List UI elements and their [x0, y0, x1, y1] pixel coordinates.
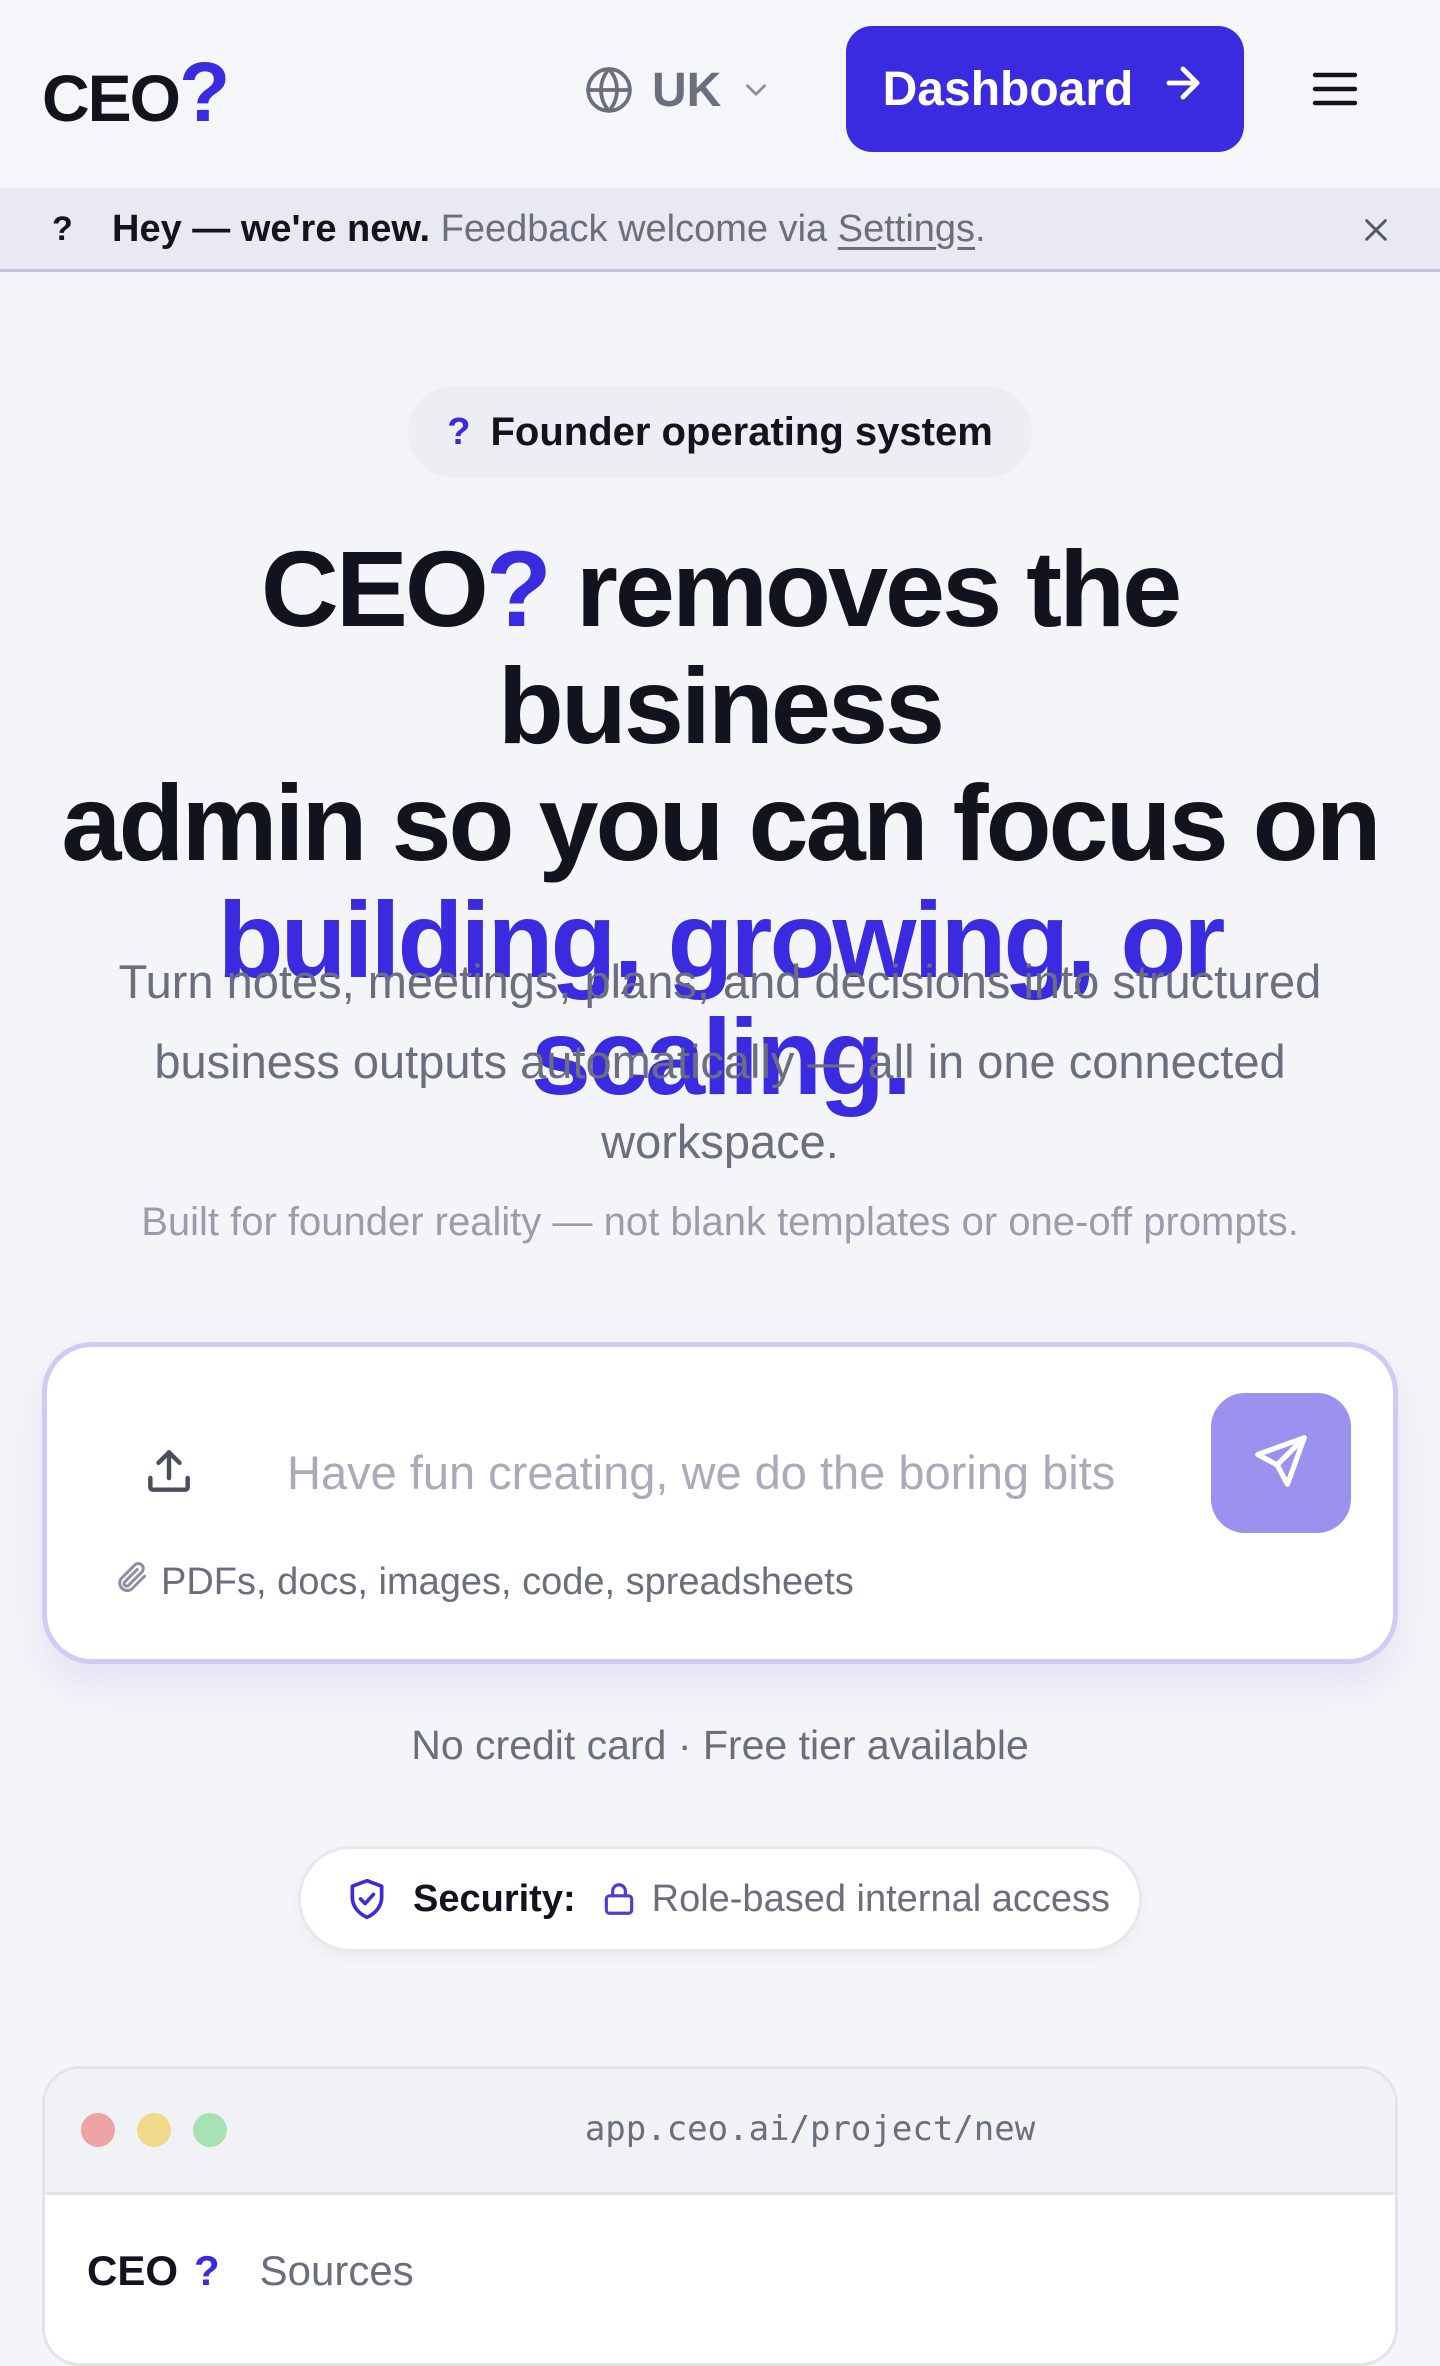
- shield-check-icon: [345, 1877, 389, 1921]
- dashboard-button[interactable]: Dashboard: [846, 26, 1244, 152]
- reassurance-text: No credit card · Free tier available: [411, 1722, 1029, 1768]
- dashboard-button-label: Dashboard: [882, 62, 1134, 116]
- headline-line1: removes the business: [497, 528, 1182, 766]
- banner-strong-text: Hey — we're new.: [112, 208, 431, 250]
- tab-sources[interactable]: Sources: [260, 2247, 414, 2295]
- chevron-down-icon: [739, 73, 773, 107]
- security-text: Role-based internal access: [651, 1877, 1110, 1920]
- file-types-text: PDFs, docs, images, code, spreadsheets: [161, 1560, 854, 1603]
- banner-message: Hey — we're new. Feedback welcome via Se…: [112, 208, 986, 251]
- pill-label: Founder operating system: [490, 409, 993, 454]
- logo-text: CEO: [42, 61, 181, 135]
- language-selector[interactable]: UK: [584, 58, 773, 122]
- banner-text: Feedback welcome via: [440, 208, 828, 250]
- lock-icon: [600, 1880, 638, 1918]
- logo[interactable]: CEO?: [42, 45, 230, 139]
- security-label: Security:: [413, 1877, 576, 1920]
- settings-link[interactable]: Settings: [838, 208, 975, 250]
- headline-line2: admin so you can focus on: [61, 762, 1381, 883]
- hero-subtext: Built for founder reality — not blank te…: [141, 1200, 1299, 1244]
- prompt-input[interactable]: [287, 1429, 1227, 1515]
- url-bar: app.ceo.ai/project/new: [584, 2109, 1036, 2149]
- send-button[interactable]: [1211, 1393, 1351, 1533]
- app-logo: CEO?: [87, 2247, 220, 2295]
- app-nav: CEO? Sources: [87, 2247, 414, 2295]
- paperclip-icon: [113, 1559, 149, 1605]
- send-icon: [1250, 1430, 1312, 1497]
- globe-icon: [584, 65, 634, 115]
- upload-icon[interactable]: [135, 1437, 203, 1505]
- close-icon[interactable]: [1350, 204, 1402, 256]
- prompt-composer: PDFs, docs, images, code, spreadsheets: [42, 1342, 1398, 1664]
- hamburger-menu-icon[interactable]: [1300, 58, 1370, 120]
- app-preview-window: app.ceo.ai/project/new CEO? Sources: [42, 2066, 1398, 2366]
- language-label: UK: [652, 63, 722, 117]
- file-types-hint: PDFs, docs, images, code, spreadsheets: [113, 1559, 854, 1605]
- arrow-right-icon: [1159, 59, 1207, 119]
- app-logo-mark: ?: [194, 2247, 220, 2294]
- hero-lead: Turn notes, meetings, plans, and decisio…: [118, 955, 1322, 1168]
- tagline-pill: ? Founder operating system: [408, 386, 1032, 478]
- pill-mark: ?: [447, 410, 471, 453]
- browser-toolbar: app.ceo.ai/project/new: [45, 2069, 1395, 2195]
- feedback-banner: ? Hey — we're new. Feedback welcome via …: [0, 188, 1440, 272]
- top-nav: CEO? UK Dashboard: [0, 0, 1440, 188]
- headline-brand: CEO: [260, 528, 489, 649]
- banner-trailing: .: [975, 208, 986, 250]
- banner-icon: ?: [52, 210, 73, 248]
- app-logo-text: CEO: [87, 2247, 179, 2294]
- security-badge: Security: Role-based internal access: [298, 1846, 1142, 1952]
- logo-mark: ?: [179, 45, 230, 139]
- headline-brand-mark: ?: [485, 528, 552, 649]
